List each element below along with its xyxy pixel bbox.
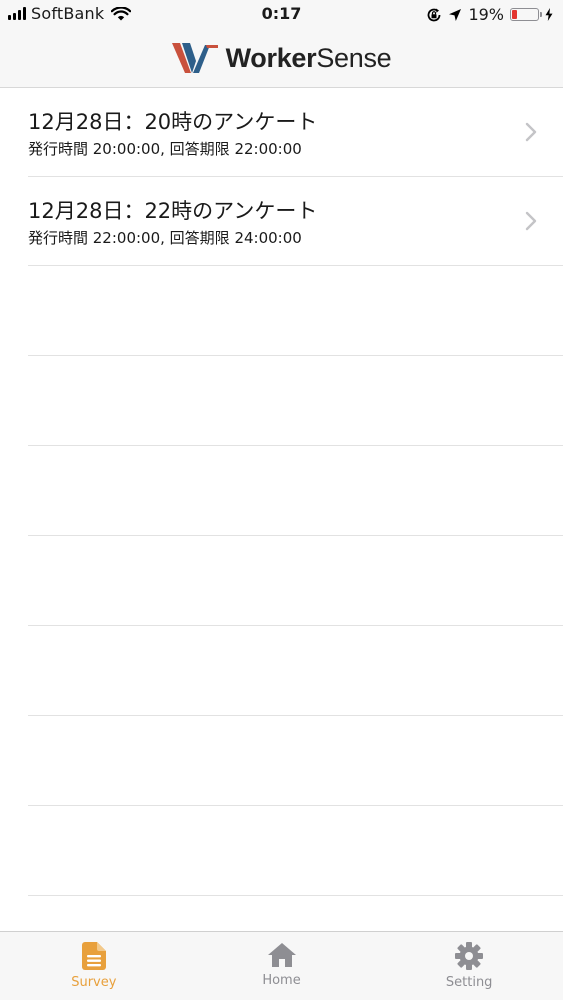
empty-list-row — [28, 266, 563, 356]
survey-subtitle: 発行時間 22:00:00, 回答期限 24:00:00 — [28, 229, 302, 247]
tab-setting[interactable]: Setting — [375, 932, 563, 1000]
empty-list-row — [28, 626, 563, 716]
status-bar: SoftBank 0:17 19% — [0, 0, 563, 30]
empty-list-row — [28, 356, 563, 446]
tab-home-label: Home — [262, 973, 301, 988]
empty-list-row — [28, 446, 563, 536]
home-icon — [267, 943, 296, 967]
survey-title: 12月28日：22時のアンケート — [28, 199, 318, 223]
app-screen: SoftBank 0:17 19% WorkerSense 12月28日：20時… — [0, 0, 563, 1000]
nav-header: WorkerSense — [0, 30, 563, 88]
empty-list-row — [28, 806, 563, 896]
battery-percentage: 19% — [468, 5, 504, 24]
brand-name-light: Sense — [316, 43, 392, 73]
empty-list-row — [28, 716, 563, 806]
brand-name-bold: Worker — [225, 43, 317, 73]
tab-setting-label: Setting — [445, 975, 493, 990]
brand: WorkerSense — [171, 42, 392, 75]
battery-icon — [510, 8, 542, 21]
brand-name: WorkerSense — [226, 43, 392, 74]
tab-survey[interactable]: Survey — [0, 932, 188, 1000]
status-right: 19% — [426, 5, 553, 24]
survey-list-item[interactable]: 12月28日：20時のアンケート 発行時間 20:00:00, 回答期限 22:… — [28, 88, 563, 177]
chevron-right-icon — [525, 211, 537, 231]
empty-list-row — [28, 536, 563, 626]
location-arrow-icon — [449, 8, 462, 21]
chevron-right-icon — [525, 122, 537, 142]
workersense-logo-icon — [171, 42, 218, 73]
survey-list: 12月28日：20時のアンケート 発行時間 20:00:00, 回答期限 22:… — [0, 88, 563, 896]
tab-bar: Survey Home Setting — [0, 931, 563, 1000]
survey-title: 12月28日：20時のアンケート — [28, 110, 318, 134]
battery-level-fill — [512, 10, 518, 19]
survey-subtitle: 発行時間 20:00:00, 回答期限 22:00:00 — [28, 140, 302, 158]
orientation-lock-icon — [428, 8, 441, 21]
tab-home[interactable]: Home — [188, 932, 376, 1000]
charging-bolt-icon — [545, 8, 553, 21]
survey-list-item[interactable]: 12月28日：22時のアンケート 発行時間 22:00:00, 回答期限 24:… — [28, 177, 563, 266]
gear-icon — [455, 942, 484, 970]
tab-survey-label: Survey — [71, 975, 117, 990]
document-icon — [81, 942, 106, 970]
